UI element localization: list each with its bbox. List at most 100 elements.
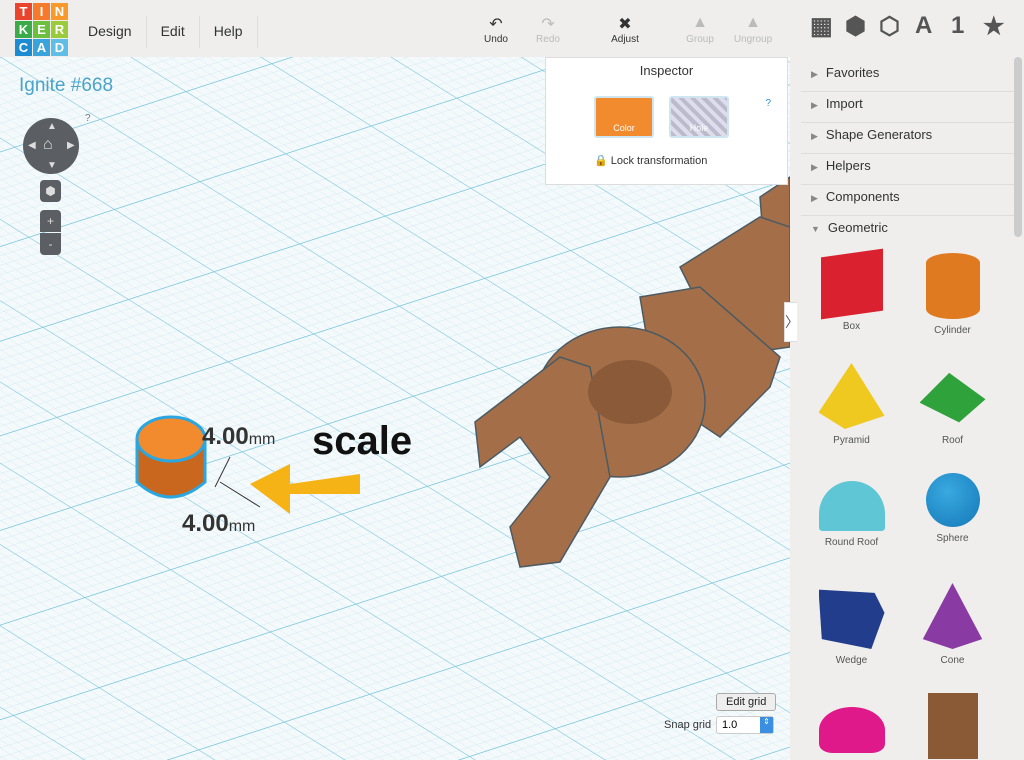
chevron-right-icon: ▶ bbox=[811, 69, 818, 79]
roof-icon bbox=[919, 372, 986, 423]
logo-letter: T bbox=[15, 3, 32, 20]
adjust-button[interactable]: ✖ Adjust bbox=[600, 14, 650, 45]
category-shape-generators[interactable]: ▶ Shape Generators bbox=[801, 123, 1016, 154]
color-button[interactable]: Color bbox=[594, 96, 654, 138]
dimension-value: 4.00 bbox=[202, 423, 249, 450]
lock-transformation-toggle[interactable]: 🔒 Lock transformation bbox=[594, 154, 707, 167]
category-label: Shape Generators bbox=[825, 127, 933, 142]
group-label: Group bbox=[686, 34, 714, 45]
dimension-line bbox=[214, 456, 231, 488]
shape-label: Wedge bbox=[835, 655, 868, 666]
lock-icon: 🔒 bbox=[594, 155, 608, 167]
project-title[interactable]: Ignite #668 bbox=[19, 75, 113, 97]
cylinder-object[interactable] bbox=[135, 415, 207, 499]
dimension-width[interactable]: 4.00mm bbox=[202, 423, 275, 451]
inspector-help-icon[interactable]: ? bbox=[765, 98, 771, 109]
menu-edit[interactable]: Edit bbox=[147, 16, 200, 48]
adjust-icon: ✖ bbox=[618, 16, 632, 33]
dimension-value: 4.00 bbox=[182, 510, 229, 537]
edit-grid-button[interactable]: Edit grid bbox=[716, 693, 777, 711]
dimension-length[interactable]: 4.00mm bbox=[182, 510, 255, 538]
logo-letter: R bbox=[51, 21, 68, 38]
ungroup-label: Ungroup bbox=[733, 34, 773, 45]
menu-design[interactable]: Design bbox=[74, 16, 147, 48]
hole-button[interactable]: Hole bbox=[669, 96, 729, 138]
cylinder-icon bbox=[925, 253, 980, 319]
shape-round-roof[interactable]: Round Roof bbox=[801, 467, 902, 571]
shape-cone[interactable]: Cone bbox=[902, 577, 1003, 681]
shape-cylinder[interactable]: Cylinder bbox=[902, 247, 1003, 351]
shape-label: Pyramid bbox=[833, 435, 870, 446]
scale-annotation: scale bbox=[312, 419, 413, 463]
shape-label: Box bbox=[842, 321, 861, 332]
shape-sphere[interactable]: Sphere bbox=[902, 467, 1003, 571]
zoom-out-button[interactable]: - bbox=[40, 233, 61, 255]
category-import[interactable]: ▶ Import bbox=[801, 92, 1016, 123]
sphere-icon bbox=[925, 473, 980, 527]
number-shapes-icon[interactable]: 1 bbox=[951, 12, 964, 40]
logo-letter: A bbox=[33, 39, 50, 56]
snap-grid-value: 1.0 bbox=[722, 719, 738, 731]
redo-label: Redo bbox=[536, 34, 560, 45]
snap-grid-label: Snap grid bbox=[664, 719, 712, 731]
shape-label: Round Roof bbox=[824, 537, 879, 548]
pan-right-icon[interactable]: ▶ bbox=[67, 140, 75, 151]
logo-letter: C bbox=[15, 39, 32, 56]
logo-letter: D bbox=[51, 39, 68, 56]
shape-label: Sphere bbox=[936, 533, 969, 544]
wireframe-cube-icon[interactable]: ⬡ bbox=[879, 12, 900, 41]
category-label: Import bbox=[825, 96, 863, 111]
redo-button[interactable]: ↷ Redo bbox=[523, 14, 573, 45]
favorites-star-icon[interactable]: ★ bbox=[983, 12, 1005, 41]
pyramid-icon bbox=[818, 363, 885, 429]
category-geometric[interactable]: ▼ Geometric bbox=[801, 216, 1016, 247]
lock-label: Lock transformation bbox=[610, 155, 708, 167]
wedge-icon bbox=[818, 589, 885, 649]
category-label: Helpers bbox=[825, 158, 871, 173]
collapse-panel-button[interactable]: 〉 bbox=[784, 302, 799, 342]
shapes-panel: ▶ Favorites ▶ Import ▶ Shape Generators ▶ He… bbox=[797, 57, 1024, 759]
home-icon[interactable]: ⌂ bbox=[43, 136, 53, 154]
half-sphere-icon bbox=[818, 707, 885, 753]
nav-help-icon[interactable]: ? bbox=[85, 113, 91, 124]
shape-wedge[interactable]: Wedge bbox=[801, 577, 902, 681]
category-helpers[interactable]: ▶ Helpers bbox=[801, 154, 1016, 185]
text-shapes-icon[interactable]: A bbox=[915, 12, 932, 40]
pan-down-icon[interactable]: ▼ bbox=[47, 160, 57, 171]
category-label: Favorites bbox=[825, 65, 880, 80]
menu-help[interactable]: Help bbox=[200, 16, 258, 48]
undo-icon: ↶ bbox=[489, 16, 503, 33]
shape-roof[interactable]: Roof bbox=[902, 357, 1003, 461]
shape-polygon[interactable] bbox=[902, 687, 1003, 759]
shape-box[interactable]: Box bbox=[801, 247, 902, 351]
select-arrows-icon: ⇕ bbox=[760, 717, 773, 733]
polygon-icon bbox=[927, 693, 978, 759]
tinkercad-logo[interactable]: T I N K E R C A D bbox=[15, 3, 68, 56]
inspector-panel: Inspector Color Hole ? 🔒 Lock transforma… bbox=[545, 57, 788, 185]
arrow-icon bbox=[250, 464, 360, 514]
undo-button[interactable]: ↶ Undo bbox=[471, 14, 521, 45]
ortho-view-button[interactable]: ⬢ bbox=[40, 180, 61, 202]
snap-grid-select[interactable]: 1.0 ⇕ bbox=[716, 716, 774, 734]
shape-half-sphere[interactable] bbox=[801, 687, 902, 759]
zoom-in-button[interactable]: + bbox=[40, 210, 61, 232]
chevron-right-icon: ▶ bbox=[811, 162, 818, 172]
ungroup-button[interactable]: ▲ Ungroup bbox=[728, 14, 778, 45]
pan-left-icon[interactable]: ◀ bbox=[28, 140, 36, 151]
category-components[interactable]: ▶ Components bbox=[801, 185, 1016, 216]
workplane[interactable]: Ignite #668 ? ▲ ▼ ◀ ▶ ⌂ ⬢ + - 4.00mm 4.0… bbox=[0, 57, 790, 760]
group-button[interactable]: ▲ Group bbox=[675, 14, 725, 45]
shape-pyramid[interactable]: Pyramid bbox=[801, 357, 902, 461]
adjust-label: Adjust bbox=[611, 34, 639, 45]
shape-label: Cone bbox=[940, 655, 965, 666]
pan-up-icon[interactable]: ▲ bbox=[47, 121, 57, 132]
grid-view-icon[interactable]: ▦ bbox=[810, 12, 833, 41]
chevron-right-icon: ▶ bbox=[811, 100, 818, 110]
logo-letter: E bbox=[33, 21, 50, 38]
category-favorites[interactable]: ▶ Favorites bbox=[801, 61, 1016, 92]
box-icon bbox=[820, 248, 883, 320]
panel-scrollbar[interactable] bbox=[1014, 57, 1022, 237]
cube-view-icon[interactable]: ⬢ bbox=[845, 12, 866, 41]
view-navigation-control[interactable]: ▲ ▼ ◀ ▶ ⌂ bbox=[23, 118, 79, 174]
logo-letter: N bbox=[51, 3, 68, 20]
